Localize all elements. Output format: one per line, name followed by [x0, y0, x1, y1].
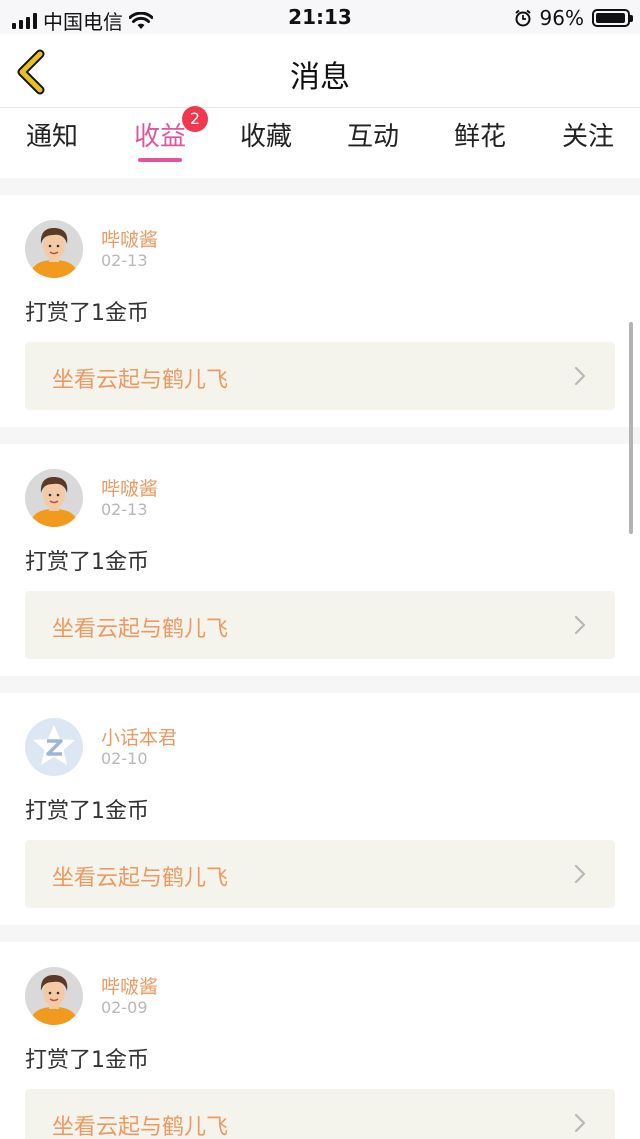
tab-favorites[interactable]: 收藏	[240, 116, 292, 153]
work-link[interactable]: 坐看云起与鹤儿飞	[25, 840, 615, 908]
chevron-right-icon	[574, 615, 586, 635]
user-name[interactable]: 小话本君	[101, 723, 177, 750]
tab-earnings[interactable]: 收益 2	[134, 106, 208, 162]
tab-label: 收益	[134, 122, 187, 152]
message-text: 打赏了1金币	[25, 799, 149, 824]
message-text: 打赏了1金币	[25, 301, 149, 326]
message-card: 哔啵酱 02-13 打赏了1金币 坐看云起与鹤儿飞	[0, 444, 640, 676]
message-date: 02-09	[101, 998, 148, 1017]
tab-following[interactable]: 关注	[562, 116, 614, 153]
tab-flowers[interactable]: 鲜花	[454, 116, 506, 153]
tab-notifications[interactable]: 通知	[26, 116, 78, 153]
tab-bar: 通知 收益 2 收藏 互动 鲜花 关注	[0, 106, 640, 178]
tab-label: 收藏	[240, 122, 293, 152]
user-photo-icon	[25, 469, 83, 527]
user-photo-icon	[25, 220, 83, 278]
avatar[interactable]	[25, 220, 83, 278]
message-card: 哔啵酱 02-09 打赏了1金币 坐看云起与鹤儿飞	[0, 942, 640, 1139]
divider	[0, 676, 640, 693]
divider	[0, 925, 640, 942]
active-tab-indicator	[138, 158, 183, 162]
z-star-icon	[33, 725, 75, 765]
avatar[interactable]	[25, 469, 83, 527]
work-title: 坐看云起与鹤儿飞	[52, 368, 229, 393]
nav-bar: 消息	[0, 34, 640, 108]
user-photo-icon	[25, 967, 83, 1025]
status-bar: 中国电信 21:13 96%	[0, 0, 640, 34]
chevron-right-icon	[574, 366, 586, 386]
chevron-right-icon	[574, 864, 586, 884]
message-card: 哔啵酱 02-13 打赏了1金币 坐看云起与鹤儿飞	[0, 195, 640, 427]
chevron-right-icon	[574, 1113, 586, 1133]
battery-icon	[592, 9, 633, 27]
page-title: 消息	[290, 60, 350, 95]
user-name[interactable]: 哔啵酱	[101, 972, 158, 999]
user-name[interactable]: 哔啵酱	[101, 225, 158, 252]
unread-badge: 2	[182, 106, 208, 132]
avatar[interactable]	[25, 967, 83, 1025]
work-title: 坐看云起与鹤儿飞	[52, 1115, 229, 1139]
tab-label: 通知	[26, 122, 79, 152]
message-date: 02-10	[101, 749, 148, 768]
battery-level	[596, 13, 625, 23]
tab-label: 关注	[562, 122, 615, 152]
message-text: 打赏了1金币	[25, 550, 149, 575]
divider	[0, 178, 640, 195]
avatar[interactable]	[25, 718, 83, 776]
divider	[0, 427, 640, 444]
work-link[interactable]: 坐看云起与鹤儿飞	[25, 342, 615, 410]
alarm-icon	[514, 9, 531, 27]
work-link[interactable]: 坐看云起与鹤儿飞	[25, 591, 615, 659]
scrollbar[interactable]	[629, 322, 633, 534]
message-date: 02-13	[101, 251, 148, 270]
message-date: 02-13	[101, 500, 148, 519]
tab-interactions[interactable]: 互动	[347, 116, 399, 153]
message-text: 打赏了1金币	[25, 1048, 149, 1073]
status-right: 96%	[514, 6, 633, 30]
battery-percent: 96%	[539, 6, 584, 30]
message-card: 小话本君 02-10 打赏了1金币 坐看云起与鹤儿飞	[0, 693, 640, 925]
work-title: 坐看云起与鹤儿飞	[52, 617, 229, 642]
tab-label: 鲜花	[454, 122, 507, 152]
work-title: 坐看云起与鹤儿飞	[52, 866, 229, 891]
work-link[interactable]: 坐看云起与鹤儿飞	[25, 1089, 615, 1139]
tab-label: 互动	[347, 122, 400, 152]
user-name[interactable]: 哔啵酱	[101, 474, 158, 501]
